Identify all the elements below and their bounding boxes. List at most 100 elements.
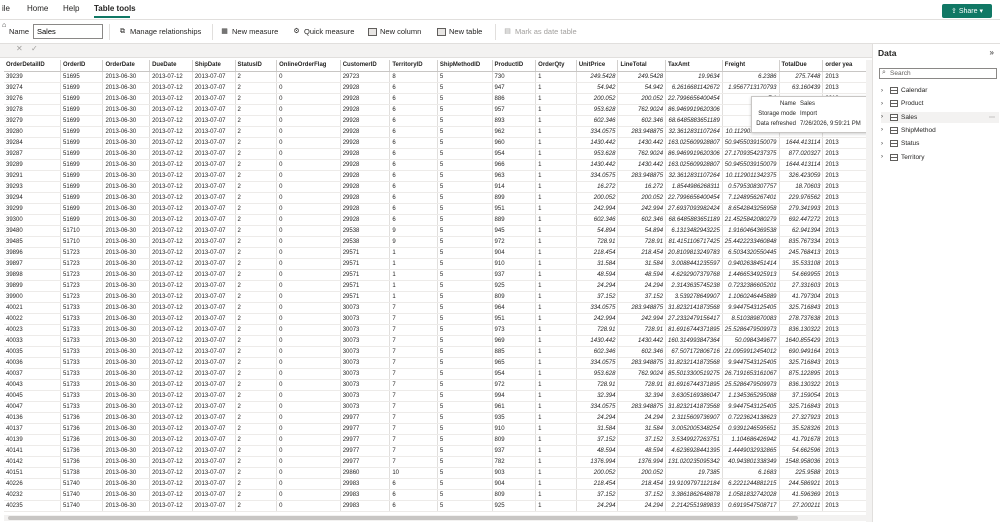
table-cell[interactable]: 728.91 [576,324,619,336]
table-cell[interactable]: 0 [276,159,341,171]
table-cell[interactable]: 40139 [4,434,62,446]
table-cell[interactable]: 29538 [340,225,391,237]
table-cell[interactable]: 29538 [340,236,391,248]
table-cell[interactable]: 29928 [340,148,391,160]
table-cell[interactable]: 31.584 [576,423,619,435]
table-cell[interactable]: 2 [235,456,278,468]
table-cell[interactable]: 1 [535,357,577,369]
table-cell[interactable]: 2013-07-07 [192,203,236,215]
table-cell[interactable]: 24.294 [576,500,619,512]
table-cell[interactable]: 325.716843 [779,401,824,413]
table-cell[interactable]: 22.7996656400454 [665,192,723,204]
table-cell[interactable]: 29977 [340,445,391,457]
menu-file[interactable]: ile [2,4,10,13]
table-cell[interactable]: 2013 [822,192,870,204]
table-cell[interactable]: 899 [492,192,537,204]
table-cell[interactable]: 7 [389,379,438,391]
table-cell[interactable]: 5 [437,170,493,182]
table-cell[interactable]: 2013-06-30 [102,71,151,83]
table-cell[interactable]: 31.8232141873568 [665,401,723,413]
table-cell[interactable]: 40235 [4,500,62,512]
table-cell[interactable]: 4.6236928441395 [665,445,723,457]
table-cell[interactable]: 964 [492,302,537,314]
table-cell[interactable]: 875.122895 [779,368,824,380]
table-cell[interactable]: 29977 [340,412,391,424]
table-cell[interactable]: 6 [389,148,438,160]
table-cell[interactable]: 0.7232386605201 [722,280,780,292]
table-cell[interactable]: 6 [389,214,438,226]
table-cell[interactable]: 2013-06-30 [102,247,151,259]
table-cell[interactable]: 5 [437,434,493,446]
table-cell[interactable]: 5 [437,148,493,160]
manage-relationships-button[interactable]: ⧉ Manage relationships [118,27,201,36]
table-cell[interactable]: 39239 [4,71,62,83]
table-row[interactable]: 40235 51740 2013-06-30 2013-07-12 2013-07-07… [4,500,870,512]
table-cell[interactable]: 54.894 [617,225,667,237]
table-cell[interactable]: 0.5795308307757 [722,181,780,193]
table-cell[interactable]: 953.628 [576,148,619,160]
table-cell[interactable]: 2013-07-12 [149,401,193,413]
table-cell[interactable]: 37.152 [617,489,667,501]
table-cell[interactable]: 54.942 [617,82,667,94]
table-cell[interactable]: 2 [235,412,278,424]
table-cell[interactable]: 1 [535,214,577,226]
table-cell[interactable]: 1 [535,280,577,292]
table-cell[interactable]: 51733 [60,368,104,380]
table-cell[interactable]: 7 [389,324,438,336]
table-cell[interactable]: 1 [535,269,577,281]
table-cell[interactable]: 200.052 [617,467,667,479]
table-cell[interactable]: 200.052 [576,93,619,105]
new-column-button[interactable]: New column [368,27,421,36]
table-cell[interactable]: 973 [492,324,537,336]
table-cell[interactable]: 2013-07-07 [192,82,236,94]
table-cell[interactable]: 2013-06-30 [102,478,151,490]
table-cell[interactable]: 2 [235,313,278,325]
table-cell[interactable]: 2013-07-12 [149,225,193,237]
table-cell[interactable]: 40136 [4,412,62,424]
table-cell[interactable]: 2013 [822,346,870,358]
table-cell[interactable]: 0 [276,467,341,479]
table-cell[interactable]: 2013-07-12 [149,236,193,248]
table-cell[interactable]: 954 [492,368,537,380]
table-cell[interactable]: 2.2142551989833 [665,500,723,512]
table-cell[interactable]: 1 [389,269,438,281]
table-cell[interactable]: 1644.413114 [779,137,824,149]
table-cell[interactable]: 2013-07-07 [192,390,236,402]
table-cell[interactable]: 51699 [60,126,104,138]
table-cell[interactable]: 2013-07-07 [192,434,236,446]
table-cell[interactable]: 2013-07-12 [149,126,193,138]
table-cell[interactable]: 0 [276,225,341,237]
table-cell[interactable]: 1 [535,302,577,314]
table-cell[interactable]: 1 [389,291,438,303]
table-cell[interactable]: 39291 [4,170,62,182]
table-cell[interactable]: 2013-06-30 [102,335,151,347]
table-cell[interactable]: 2013-07-07 [192,357,236,369]
table-cell[interactable]: 2013 [822,181,870,193]
table-cell[interactable]: 51733 [60,302,104,314]
table-cell[interactable]: 163.025609928807 [665,159,723,171]
table-cell[interactable]: 809 [492,291,537,303]
table-cell[interactable]: 2013-07-07 [192,478,236,490]
mark-date-table-button[interactable]: ▤ Mark as date table [503,27,577,36]
table-cell[interactable]: 35.528326 [779,423,824,435]
table-cell[interactable]: 242.994 [617,203,667,215]
table-cell[interactable]: 2013-07-07 [192,313,236,325]
chevron-right-icon[interactable]: › [881,141,887,147]
table-cell[interactable]: 3.5349927263751 [665,434,723,446]
table-cell[interactable]: 0 [276,104,341,116]
table-cell[interactable]: 6 [389,115,438,127]
check-icon[interactable]: ✓ [31,44,38,53]
table-cell[interactable]: 2 [235,247,278,259]
table-cell[interactable]: 200.052 [617,93,667,105]
table-cell[interactable]: 32.394 [617,390,667,402]
table-cell[interactable]: 809 [492,489,537,501]
table-cell[interactable]: 29928 [340,137,391,149]
table-cell[interactable]: 2013-06-30 [102,489,151,501]
collapse-pane-icon[interactable]: » [990,48,994,57]
table-cell[interactable]: 1430.442 [617,137,667,149]
table-cell[interactable]: 5 [437,93,493,105]
table-cell[interactable]: 48.594 [617,445,667,457]
table-cell[interactable]: 63.160439 [779,82,824,94]
column-header[interactable]: StatusID [235,60,278,72]
table-cell[interactable]: 39898 [4,269,62,281]
